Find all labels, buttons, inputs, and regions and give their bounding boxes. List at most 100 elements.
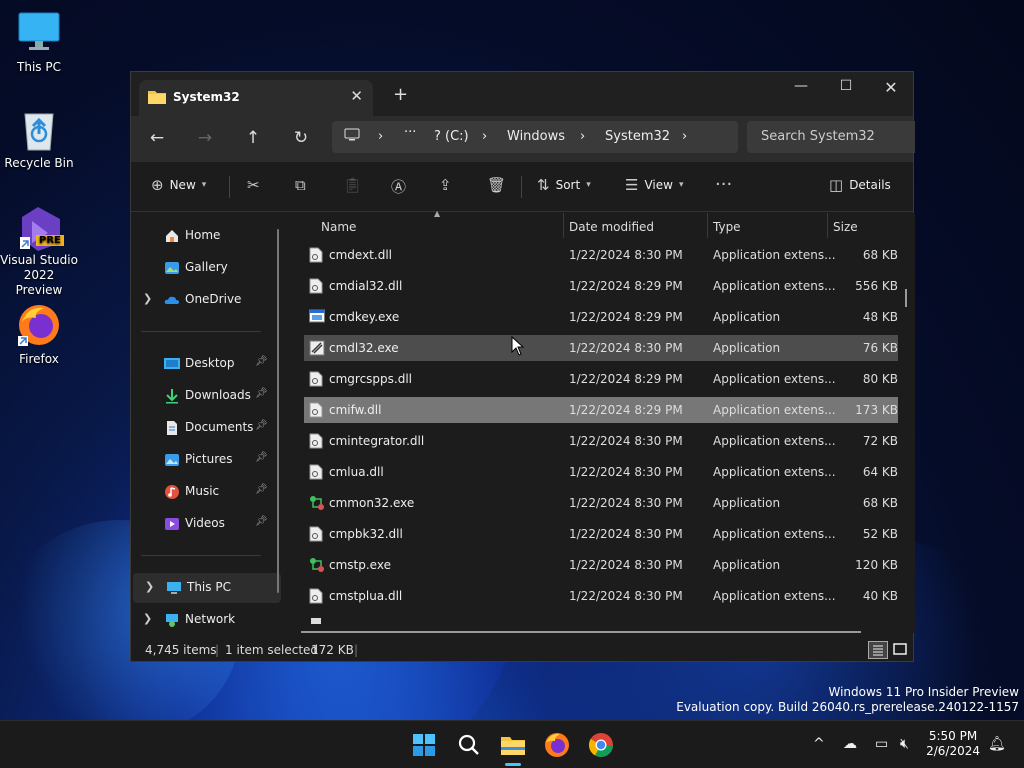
taskbar-file-explorer[interactable] <box>499 731 527 766</box>
sort-button[interactable]: ⇅ Sort ▾ <box>537 176 591 194</box>
tab-title: System32 <box>173 90 240 104</box>
file-row[interactable]: cmgrcspps.dll 1/22/2024 8:29 PM Applicatio… <box>304 366 898 392</box>
column-header-date[interactable]: Date modified <box>569 220 654 234</box>
breadcrumb-system32[interactable]: System32 <box>605 129 670 144</box>
file-row[interactable]: cmstplua.dll 1/22/2024 8:30 PM Application… <box>304 583 898 609</box>
nav-item-gallery[interactable]: Gallery <box>131 253 279 283</box>
nav-item-pictures[interactable]: Pictures 📌︎ <box>131 445 279 475</box>
nav-item-this-pc[interactable]: ❯ This PC <box>133 573 281 603</box>
chevron-right-icon[interactable]: ❯ <box>143 612 152 625</box>
file-row[interactable]: cmmon32.exe 1/22/2024 8:30 PM Application 6… <box>304 490 898 516</box>
nav-label: Gallery <box>185 260 228 274</box>
refresh-button[interactable]: ↻ <box>289 128 313 148</box>
nav-item-videos[interactable]: Videos 📌︎ <box>131 509 279 539</box>
file-row[interactable]: cmdext.dll 1/22/2024 8:30 PM Application e… <box>304 242 898 268</box>
copy-button[interactable]: ⧉ <box>295 176 306 194</box>
new-tab-button[interactable]: + <box>393 84 408 105</box>
column-header-name[interactable]: Name <box>321 220 356 234</box>
view-button[interactable]: ☰ View ▾ <box>625 176 683 194</box>
file-row[interactable]: cmdial32.dll 1/22/2024 8:29 PM Application… <box>304 273 898 299</box>
cloud-offline-icon[interactable]: ☁︎ <box>843 736 857 752</box>
nav-item-documents[interactable]: Documents 📌︎ <box>131 413 279 443</box>
file-row[interactable]: cmifw.dll 1/22/2024 8:29 PM Application ex… <box>304 397 898 423</box>
desktop-icon-this-pc[interactable]: This PC <box>0 10 78 75</box>
onedrive-icon <box>164 292 180 308</box>
breadcrumb-windows[interactable]: Windows <box>507 129 565 144</box>
column-divider[interactable] <box>827 213 828 238</box>
search-input[interactable]: Search System32 <box>747 121 915 153</box>
column-divider[interactable] <box>707 213 708 238</box>
show-hidden-icons-chevron-icon[interactable]: ^ <box>813 736 825 752</box>
file-row[interactable]: cmdkey.exe 1/22/2024 8:29 PM Application 48… <box>304 304 898 330</box>
nav-item-home[interactable]: Home <box>131 221 279 251</box>
file-row[interactable]: cmlua.dll 1/22/2024 8:30 PM Application ex… <box>304 459 898 485</box>
address-bar[interactable]: › ··· ? (C:) › Windows › System32 › <box>332 121 738 153</box>
volume-icon[interactable]: 🔇︎ <box>900 736 909 752</box>
file-row[interactable]: cmpbk32.dll 1/22/2024 8:30 PM Application … <box>304 521 898 547</box>
paste-icon: 📋︎ <box>343 176 363 194</box>
file-date-modified: 1/22/2024 8:30 PM <box>569 341 683 355</box>
more-locations-icon[interactable]: ··· <box>404 125 416 140</box>
notifications-bell-icon[interactable]: 🔔︎ <box>988 736 1006 752</box>
chevron-right-icon[interactable]: ❯ <box>145 580 154 593</box>
file-row[interactable]: cmstp.exe 1/22/2024 8:30 PM Application 120… <box>304 552 898 578</box>
maximize-button[interactable]: ☐ <box>831 78 861 94</box>
chevron-right-icon: › <box>580 129 586 144</box>
gallery-icon <box>164 260 180 276</box>
nav-item-network[interactable]: ❯ Network <box>131 605 279 635</box>
pin-icon[interactable]: 📌︎ <box>255 420 268 431</box>
pin-icon[interactable]: 📌︎ <box>255 516 268 527</box>
start-button[interactable] <box>410 731 438 759</box>
tab-system32[interactable]: System32 ✕ <box>139 80 373 116</box>
details-button[interactable]: ◫ Details <box>829 176 891 194</box>
pin-icon[interactable]: 📌︎ <box>255 484 268 495</box>
chrome-icon <box>588 733 613 758</box>
up-button[interactable]: ↑ <box>241 128 265 148</box>
nav-item-downloads[interactable]: Downloads 📌︎ <box>131 381 279 411</box>
details-label: Details <box>849 178 891 192</box>
file-explorer-window: System32 ✕ + — ☐ ✕ ← → ↑ ↻ › ··· ? (C:) … <box>130 71 915 662</box>
file-row[interactable]: cmintegrator.dll 1/22/2024 8:30 PM Applica… <box>304 428 898 454</box>
nav-item-music[interactable]: Music 📌︎ <box>131 477 279 507</box>
pin-icon[interactable]: 📌︎ <box>255 452 268 463</box>
close-tab-icon[interactable]: ✕ <box>350 87 363 105</box>
delete-button[interactable]: 🗑︎ <box>487 176 506 194</box>
back-button[interactable]: ← <box>145 128 169 148</box>
minimize-button[interactable]: — <box>786 78 816 94</box>
close-window-button[interactable]: ✕ <box>876 78 906 97</box>
forward-button[interactable]: → <box>193 128 217 148</box>
column-header-size[interactable]: Size <box>833 220 858 234</box>
file-type: Application <box>713 558 781 572</box>
chevron-right-icon[interactable]: ❯ <box>143 292 152 305</box>
nav-item-desktop[interactable]: Desktop 📌︎ <box>131 349 279 379</box>
column-header-type[interactable]: Type <box>713 220 741 234</box>
desktop-icon-visual-studio[interactable]: PRE Visual Studio 2022 Preview <box>0 203 78 298</box>
cut-button[interactable]: ✂ <box>247 176 260 194</box>
navigation-pane: Home Gallery ❯ OneDrive Desktop 📌︎ Downl… <box>131 213 289 633</box>
dll-file-icon <box>309 402 323 418</box>
details-view-toggle[interactable] <box>868 641 888 659</box>
taskbar-chrome[interactable] <box>587 731 615 759</box>
nav-pane-scrollbar[interactable] <box>277 229 279 593</box>
tiles-view-toggle[interactable] <box>891 641 909 659</box>
file-list-horizontal-scrollbar[interactable] <box>301 631 861 633</box>
breadcrumb-drive[interactable]: ? (C:) <box>434 129 469 144</box>
rename-button[interactable]: Ⓐ <box>391 176 406 197</box>
desktop-icon-firefox[interactable]: Firefox <box>0 302 78 367</box>
nav-item-onedrive[interactable]: ❯ OneDrive <box>131 285 279 315</box>
pin-icon[interactable]: 📌︎ <box>255 356 268 367</box>
paste-button[interactable]: 📋︎ <box>343 176 362 194</box>
file-list-vertical-scrollbar[interactable] <box>905 289 907 307</box>
desktop-icon-recycle-bin[interactable]: Recycle Bin <box>0 106 78 171</box>
build-watermark: Windows 11 Pro Insider Preview Evaluatio… <box>676 685 1019 715</box>
search-button[interactable] <box>455 731 483 759</box>
clock[interactable]: 5:50 PM 2/6/2024 <box>926 729 980 759</box>
new-button[interactable]: ⊕ New ▾ <box>151 176 206 194</box>
taskbar-firefox[interactable] <box>543 731 571 759</box>
network-status-icon[interactable]: ▭ <box>875 736 888 752</box>
see-more-button[interactable]: ··· <box>715 174 732 195</box>
column-divider[interactable] <box>563 213 564 238</box>
pin-icon[interactable]: 📌︎ <box>255 388 268 399</box>
share-button[interactable]: ⇪ <box>439 176 452 194</box>
file-row[interactable]: cmdl32.exe 1/22/2024 8:30 PM Application 76… <box>304 335 898 361</box>
